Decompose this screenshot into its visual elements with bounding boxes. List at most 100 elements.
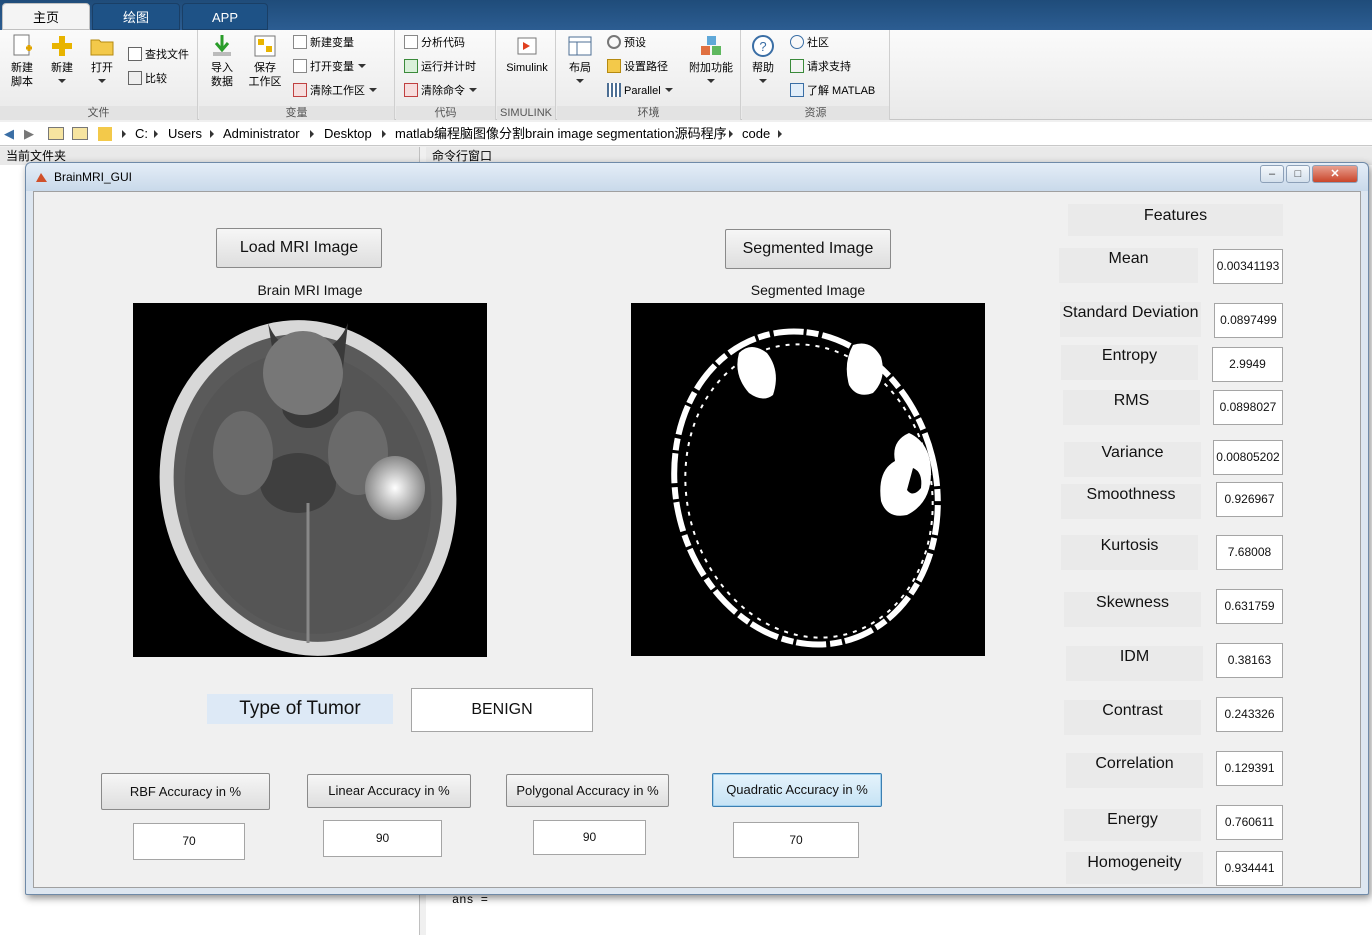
brain-mri-label: Brain MRI Image (257, 282, 363, 298)
compare-label: 比较 (145, 73, 167, 85)
clear-commands-icon (404, 83, 418, 97)
layout-button[interactable]: 布局 (563, 34, 597, 89)
open-variable-icon (293, 59, 307, 73)
learn-matlab-button[interactable]: 了解 MATLAB (790, 82, 875, 100)
folder-open-icon (90, 39, 114, 56)
help-question-icon: ? (752, 35, 774, 57)
feature-label-std: Standard Deviation (1060, 302, 1201, 337)
set-path-folder-icon (607, 59, 621, 73)
simulink-button[interactable]: Simulink (501, 34, 553, 75)
clear-commands-button[interactable]: 清除命令 (404, 82, 477, 100)
tab-apps[interactable]: APP (182, 3, 268, 30)
request-support-button[interactable]: 请求支持 (790, 58, 851, 76)
new-script-button[interactable]: 新建 脚本 (6, 34, 38, 89)
back-arrow-icon[interactable]: ◀ (4, 122, 14, 146)
segmented-image-button[interactable]: Segmented Image (725, 229, 891, 269)
feature-label-kurtosis: Kurtosis (1061, 535, 1198, 570)
feature-label-variance: Variance (1064, 442, 1201, 477)
linear-accuracy-button[interactable]: Linear Accuracy in % (307, 774, 471, 808)
open-button[interactable]: 打开 (86, 34, 118, 89)
forward-arrow-icon[interactable]: ▶ (24, 122, 34, 146)
save-workspace-button[interactable]: 保存 工作区 (245, 34, 285, 89)
path-crumb[interactable]: code (742, 122, 770, 146)
tab-home[interactable]: 主页 (2, 3, 90, 30)
feature-value-smoothness: 0.926967 (1216, 482, 1283, 517)
import-arrow-icon (213, 35, 231, 56)
support-icon (790, 59, 804, 73)
feature-label-energy: Energy (1064, 809, 1201, 841)
rbf-accuracy-button[interactable]: RBF Accuracy in % (101, 773, 270, 810)
compare-icon (128, 71, 142, 85)
import-data-button[interactable]: 导入 数据 (205, 34, 239, 89)
feature-value-contrast: 0.243326 (1216, 697, 1283, 732)
feature-value-idm: 0.38163 (1216, 643, 1283, 678)
community-button[interactable]: 社区 (790, 34, 829, 52)
compare-button[interactable]: 比较 (128, 70, 167, 88)
new-button[interactable]: 新建 (46, 34, 78, 89)
address-bar: ◀ ▶ C: Users Administrator Desktop matla… (0, 122, 1372, 146)
minimize-button[interactable]: – (1260, 165, 1284, 183)
load-mri-image-button[interactable]: Load MRI Image (216, 228, 382, 268)
quadratic-accuracy-button[interactable]: Quadratic Accuracy in % (712, 773, 882, 807)
find-files-button[interactable]: 查找文件 (128, 46, 189, 64)
community-icon (790, 35, 804, 49)
new-plus-icon (52, 36, 72, 56)
tab-plots[interactable]: 绘图 (92, 3, 180, 30)
path-crumb[interactable]: Administrator (223, 122, 300, 146)
new-variable-button[interactable]: 新建变量 (293, 34, 354, 52)
feature-label-correlation: Correlation (1066, 753, 1203, 788)
matlab-tab-bar: 主页 绘图 APP (0, 0, 1372, 30)
up-folder-icon[interactable] (48, 127, 64, 140)
path-crumb[interactable]: Desktop (324, 122, 372, 146)
path-crumb[interactable]: Users (168, 122, 202, 146)
ribbon-section-variable: 导入 数据 保存 工作区 新建变量 打开变量 清除工作区 变量 (199, 30, 395, 120)
learn-matlab-label: 了解 MATLAB (807, 85, 876, 97)
ribbon-section-simulink: Simulink SIMULINK (497, 30, 556, 120)
ribbon-section-label: 资源 (742, 106, 889, 120)
add-ons-button[interactable]: 附加功能 (687, 34, 735, 89)
browse-folder-icon[interactable] (72, 127, 88, 140)
quadratic-accuracy-value: 70 (733, 822, 859, 858)
path-separator-icon (210, 130, 214, 138)
add-ons-cubes-icon (701, 36, 721, 55)
import-data-label: 导入 数据 (211, 62, 233, 88)
maximize-button[interactable]: □ (1286, 165, 1310, 183)
preferences-button[interactable]: 预设 (607, 34, 646, 52)
segmented-image (631, 303, 985, 656)
feature-label-mean: Mean (1059, 248, 1198, 283)
add-ons-label: 附加功能 (689, 62, 733, 74)
open-label: 打开 (91, 62, 113, 74)
help-button[interactable]: ? 帮助 (748, 34, 778, 89)
clear-workspace-button[interactable]: 清除工作区 (293, 82, 377, 100)
set-path-button[interactable]: 设置路径 (607, 58, 668, 76)
feature-value-correlation: 0.129391 (1216, 751, 1283, 786)
chevron-down-icon (664, 88, 673, 92)
feature-label-idm: IDM (1066, 646, 1203, 681)
parallel-label: Parallel (624, 85, 661, 97)
ribbon-section-label: 代码 (396, 106, 495, 120)
window-titlebar[interactable]: BrainMRI_GUI – □ ✕ (26, 163, 1368, 191)
window-title: BrainMRI_GUI (54, 170, 133, 184)
feature-value-kurtosis: 7.68008 (1216, 535, 1283, 570)
ribbon-section-code: 分析代码 运行并计时 清除命令 代码 (396, 30, 496, 120)
run-and-time-button[interactable]: 运行并计时 (404, 58, 476, 76)
open-variable-button[interactable]: 打开变量 (293, 58, 366, 76)
close-button[interactable]: ✕ (1312, 165, 1358, 183)
analyze-code-button[interactable]: 分析代码 (404, 34, 465, 52)
set-path-label: 设置路径 (624, 61, 668, 73)
path-separator-icon (382, 130, 386, 138)
path-crumb[interactable]: C: (135, 122, 148, 146)
chevron-down-icon (576, 79, 584, 83)
layout-label: 布局 (569, 62, 591, 74)
command-window-title: 命令行窗口 (432, 149, 493, 163)
path-crumb[interactable]: matlab编程脑图像分割brain image segmentation源码程… (395, 122, 727, 146)
save-workspace-label: 保存 工作区 (248, 62, 282, 88)
chevron-down-icon (369, 88, 377, 92)
linear-accuracy-value: 90 (323, 820, 442, 857)
folder-icon (98, 127, 112, 141)
new-script-label: 新建 脚本 (11, 62, 33, 88)
parallel-button[interactable]: Parallel (607, 82, 673, 100)
path-separator-icon (122, 130, 126, 138)
chevron-down-icon (358, 64, 366, 68)
polygonal-accuracy-button[interactable]: Polygonal Accuracy in % (506, 774, 669, 807)
